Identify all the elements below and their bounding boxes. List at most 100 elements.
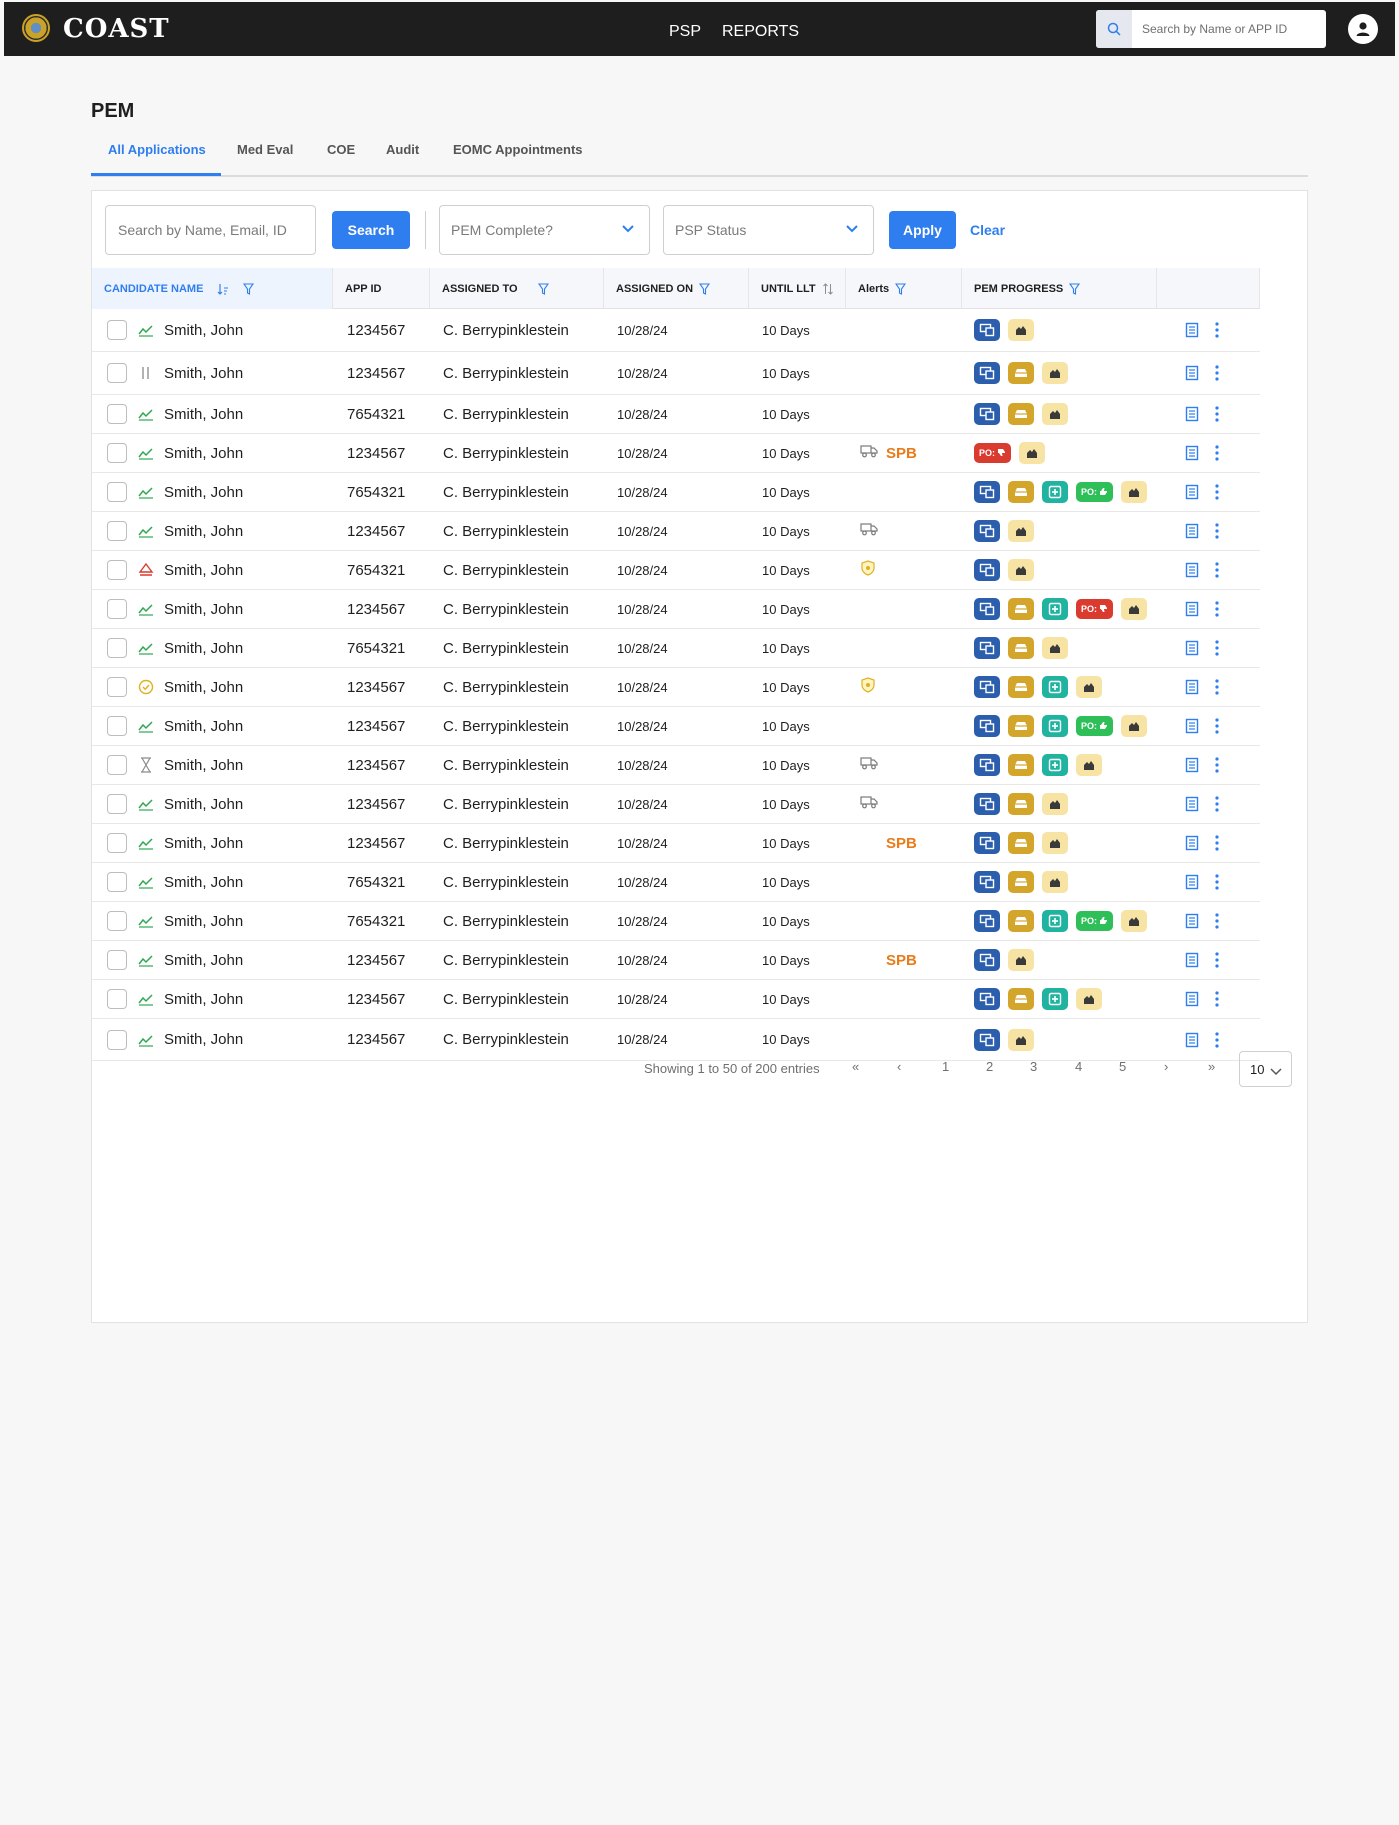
- progress-tray-icon[interactable]: [1008, 715, 1034, 737]
- tab-coe[interactable]: COE: [327, 142, 355, 157]
- progress-tray-icon[interactable]: [1008, 598, 1034, 620]
- table-row[interactable]: Smith, John 1234567 C. Berrypinklestein 10/…: [92, 309, 1260, 352]
- progress-tray-icon[interactable]: [1008, 362, 1034, 384]
- page-size-select[interactable]: 10: [1239, 1051, 1292, 1087]
- progress-tray-icon[interactable]: [1008, 637, 1034, 659]
- row-checkbox[interactable]: [107, 677, 127, 697]
- row-checkbox[interactable]: [107, 599, 127, 619]
- table-row[interactable]: Smith, John 1234567 C. Berrypinklestein 10/…: [92, 668, 1260, 707]
- row-checkbox[interactable]: [107, 794, 127, 814]
- candidate-name[interactable]: Smith, John: [164, 629, 243, 667]
- po-approved-badge[interactable]: PO:: [1076, 911, 1113, 931]
- user-avatar-icon[interactable]: [1348, 14, 1378, 44]
- nav-psp-link[interactable]: PSP: [669, 23, 701, 41]
- row-checkbox[interactable]: [107, 482, 127, 502]
- row-checkbox[interactable]: [107, 755, 127, 775]
- candidate-name[interactable]: Smith, John: [164, 785, 243, 823]
- po-rejected-badge[interactable]: PO:: [1076, 599, 1113, 619]
- document-icon[interactable]: [1184, 309, 1200, 351]
- progress-hand-icon[interactable]: [1121, 598, 1147, 620]
- candidate-name[interactable]: Smith, John: [164, 434, 243, 472]
- document-icon[interactable]: [1184, 590, 1200, 628]
- progress-hand-icon[interactable]: [1076, 676, 1102, 698]
- progress-monitor-icon[interactable]: [974, 1028, 1000, 1051]
- document-icon[interactable]: [1184, 473, 1200, 511]
- candidate-name[interactable]: Smith, John: [164, 309, 243, 351]
- tab-eomc-appointments[interactable]: EOMC Appointments: [453, 142, 583, 157]
- col-until-llt[interactable]: UNTIL LLT: [749, 268, 846, 309]
- psp-status-select[interactable]: PSP Status: [663, 205, 874, 255]
- progress-tray-icon[interactable]: [1008, 676, 1034, 698]
- page-3[interactable]: 3: [1030, 1059, 1037, 1074]
- progress-monitor-icon[interactable]: [974, 754, 1000, 776]
- col-assigned-to[interactable]: ASSIGNED TO: [430, 268, 604, 309]
- more-options-icon[interactable]: [1214, 629, 1220, 667]
- row-checkbox[interactable]: [107, 716, 127, 736]
- progress-monitor-icon[interactable]: [974, 793, 1000, 815]
- row-checkbox[interactable]: [107, 363, 127, 383]
- row-checkbox[interactable]: [107, 950, 127, 970]
- document-icon[interactable]: [1184, 863, 1200, 901]
- progress-tray-icon[interactable]: [1008, 832, 1034, 854]
- progress-hand-icon[interactable]: [1008, 1028, 1034, 1051]
- document-icon[interactable]: [1184, 668, 1200, 706]
- col-alerts[interactable]: Alerts: [846, 268, 962, 309]
- candidate-name[interactable]: Smith, John: [164, 352, 243, 394]
- more-options-icon[interactable]: [1214, 395, 1220, 433]
- sort-icon[interactable]: [217, 283, 229, 295]
- table-row[interactable]: Smith, John 7654321 C. Berrypinklestein 10/…: [92, 395, 1260, 434]
- more-options-icon[interactable]: [1214, 434, 1220, 472]
- row-checkbox[interactable]: [107, 872, 127, 892]
- candidate-name[interactable]: Smith, John: [164, 668, 243, 706]
- progress-monitor-icon[interactable]: [974, 319, 1000, 341]
- candidate-name[interactable]: Smith, John: [164, 395, 243, 433]
- row-checkbox[interactable]: [107, 911, 127, 931]
- more-options-icon[interactable]: [1214, 902, 1220, 940]
- candidate-name[interactable]: Smith, John: [164, 980, 243, 1018]
- document-icon[interactable]: [1184, 352, 1200, 394]
- progress-medkit-icon[interactable]: [1042, 988, 1068, 1010]
- progress-monitor-icon[interactable]: [974, 362, 1000, 384]
- progress-tray-icon[interactable]: [1008, 910, 1034, 932]
- table-row[interactable]: Smith, John 1234567 C. Berrypinklestein 10/…: [92, 785, 1260, 824]
- pem-complete-select[interactable]: PEM Complete?: [439, 205, 650, 255]
- first-page-icon[interactable]: «: [852, 1059, 859, 1074]
- progress-hand-icon[interactable]: [1008, 559, 1034, 581]
- progress-hand-icon[interactable]: [1008, 949, 1034, 971]
- more-options-icon[interactable]: [1214, 785, 1220, 823]
- tab-all-applications[interactable]: All Applications: [108, 142, 206, 157]
- table-row[interactable]: Smith, John 1234567 C. Berrypinklestein 10/…: [92, 941, 1260, 980]
- page-1[interactable]: 1: [942, 1059, 949, 1074]
- document-icon[interactable]: [1184, 941, 1200, 979]
- table-row[interactable]: Smith, John 7654321 C. Berrypinklestein 10/…: [92, 863, 1260, 902]
- filter-icon[interactable]: [243, 282, 255, 295]
- col-pem-progress[interactable]: PEM PROGRESS: [962, 268, 1157, 309]
- more-options-icon[interactable]: [1214, 824, 1220, 862]
- table-row[interactable]: Smith, John 7654321 C. Berrypinklestein 10/…: [92, 551, 1260, 590]
- progress-monitor-icon[interactable]: [974, 676, 1000, 698]
- progress-monitor-icon[interactable]: [974, 481, 1000, 503]
- candidate-name[interactable]: Smith, John: [164, 902, 243, 940]
- progress-tray-icon[interactable]: [1008, 988, 1034, 1010]
- global-search-input[interactable]: Search by Name or APP ID: [1096, 10, 1326, 48]
- more-options-icon[interactable]: [1214, 707, 1220, 745]
- clear-button[interactable]: Clear: [970, 222, 1005, 238]
- more-options-icon[interactable]: [1214, 473, 1220, 511]
- po-approved-badge[interactable]: PO:: [1076, 716, 1113, 736]
- table-row[interactable]: Smith, John 7654321 C. Berrypinklestein 10/…: [92, 629, 1260, 668]
- prev-page-icon[interactable]: ‹: [897, 1059, 901, 1074]
- col-candidate-name[interactable]: CANDIDATE NAME: [92, 268, 333, 309]
- row-checkbox[interactable]: [107, 443, 127, 463]
- table-row[interactable]: Smith, John 1234567 C. Berrypinklestein 10/…: [92, 746, 1260, 785]
- progress-monitor-icon[interactable]: [974, 910, 1000, 932]
- progress-medkit-icon[interactable]: [1042, 598, 1068, 620]
- row-checkbox[interactable]: [107, 521, 127, 541]
- progress-hand-icon[interactable]: [1019, 442, 1045, 464]
- progress-hand-icon[interactable]: [1042, 871, 1068, 893]
- candidate-name[interactable]: Smith, John: [164, 746, 243, 784]
- sort-icon[interactable]: [822, 282, 834, 295]
- more-options-icon[interactable]: [1214, 980, 1220, 1018]
- table-search-input[interactable]: Search by Name, Email, ID: [105, 205, 316, 255]
- table-row[interactable]: Smith, John 1234567 C. Berrypinklestein 10/…: [92, 980, 1260, 1019]
- more-options-icon[interactable]: [1214, 590, 1220, 628]
